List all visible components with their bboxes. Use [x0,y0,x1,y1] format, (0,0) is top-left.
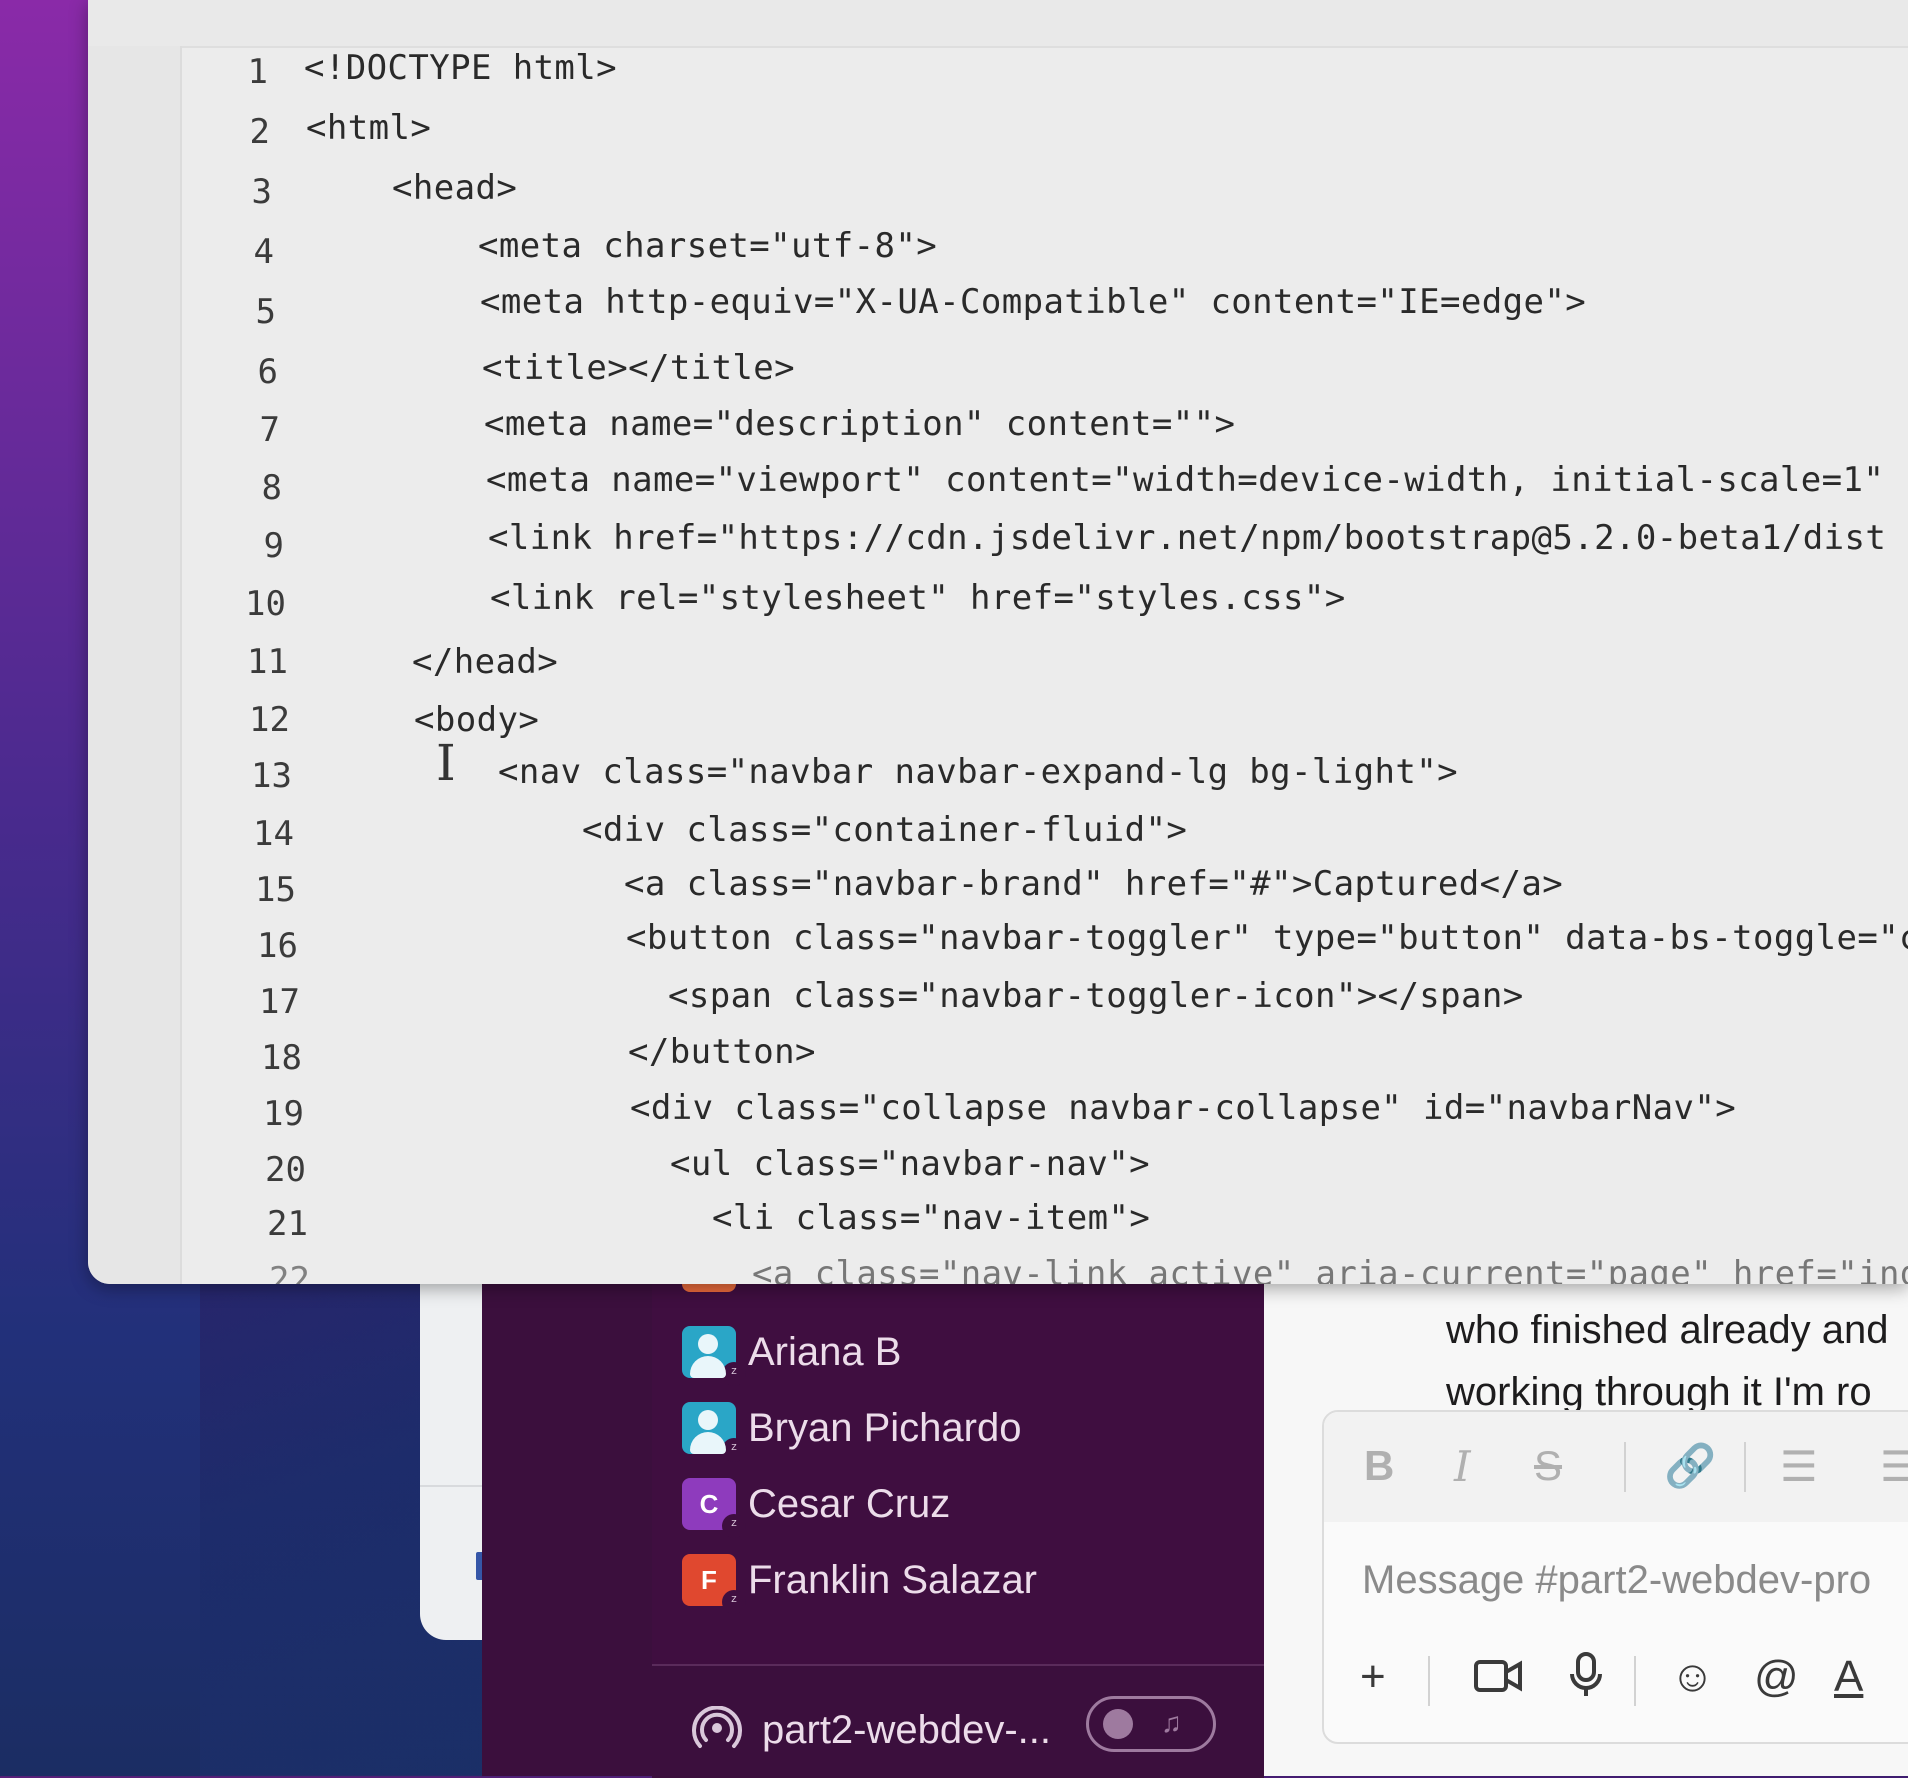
huddle-icon [692,1706,742,1748]
slack-message-pane: who finished already and working through… [1264,1250,1908,1776]
line-number: 9 [263,526,284,566]
away-status-icon: ᶻ [722,1362,746,1386]
code-line[interactable]: <meta charset="utf-8"> [478,226,937,266]
dm-name: Ariana B [748,1329,902,1374]
headphones-icon: ♫ [1161,1707,1182,1738]
avatar-initial: C [699,1488,719,1519]
line-number: 7 [259,410,280,450]
code-line[interactable]: <title></title> [482,348,795,388]
avatar: ᶻ [682,1326,746,1386]
line-number: 18 [261,1038,302,1078]
huddle-channel-name[interactable]: part2-webdev-... [762,1708,1051,1753]
code-line[interactable]: <link rel="stylesheet" href="styles.css"… [490,578,1346,618]
code-line[interactable]: </button> [628,1032,816,1072]
message-input[interactable] [1360,1554,1908,1606]
line-number: 16 [257,926,298,966]
line-number: 3 [251,172,272,212]
code-line[interactable]: <a class="navbar-brand" href="#">Capture… [624,864,1563,904]
dm-name: Bryan Pichardo [748,1405,1022,1450]
line-number: 13 [251,756,292,796]
line-number: 15 [255,870,296,910]
code-line[interactable]: <div class="collapse navbar-collapse" id… [630,1088,1736,1128]
code-line[interactable]: <nav class="navbar navbar-expand-lg bg-l… [498,752,1458,792]
code-line[interactable]: <meta name="viewport" content="width=dev… [486,460,1884,500]
line-number: 19 [263,1094,304,1134]
message-text: who finished already and [1446,1308,1889,1352]
text-format-icon[interactable]: A [1834,1652,1863,1702]
away-status-icon: ᶻ [722,1590,746,1614]
toolbar-divider [1624,1442,1626,1492]
away-status-icon: ᶻ [722,1438,746,1462]
ordered-list-icon[interactable]: ☰ [1780,1442,1818,1491]
editor-title-bar [88,0,1908,48]
line-number: 4 [253,232,274,272]
message-text: working through it I'm ro [1446,1370,1872,1414]
code-line[interactable]: <li class="nav-item"> [712,1198,1150,1238]
toolbar-divider [1428,1656,1430,1706]
code-line[interactable]: <html> [306,108,431,148]
code-line[interactable]: <div class="container-fluid"> [582,810,1187,850]
toolbar-divider [1744,1442,1746,1492]
avatar: Cᶻ [682,1478,746,1538]
huddle-toggle[interactable]: ♫ [1086,1696,1216,1752]
line-number: 12 [249,700,290,740]
mention-icon[interactable]: @ [1754,1652,1799,1702]
code-editor-window: 1 <!DOCTYPE html> 2 <html> 3 <head> 4 <m… [88,0,1908,1284]
line-number: 21 [267,1204,308,1244]
dm-item-ariana-b[interactable]: ᶻ Ariana B [682,1322,902,1386]
add-attachment-icon[interactable]: + [1360,1652,1386,1702]
bold-button[interactable]: B [1364,1442,1394,1490]
avatar: ᶻ [682,1402,746,1462]
strikethrough-button[interactable]: S [1534,1442,1562,1490]
line-number: 8 [261,468,282,508]
emoji-icon[interactable]: ☺ [1670,1652,1715,1702]
line-number: 14 [253,814,294,854]
dm-item-cesar-cruz[interactable]: Cᶻ Cesar Cruz [682,1474,951,1538]
code-line[interactable]: <span class="navbar-toggler-icon"></span… [668,976,1524,1016]
bulleted-list-icon[interactable]: ☰ [1880,1442,1908,1491]
code-line[interactable]: <link href="https://cdn.jsdelivr.net/npm… [488,518,1886,558]
italic-button[interactable]: I [1454,1442,1471,1491]
line-number: 6 [257,352,278,392]
message-composer: B I S 🔗 ☰ ☰ + ☺ @ A [1322,1410,1908,1744]
avatar-initial: F [701,1564,717,1595]
line-number: 2 [249,112,270,152]
line-number: 17 [259,982,300,1022]
link-icon[interactable]: 🔗 [1664,1442,1716,1491]
huddle-bar: part2-webdev-... ♫ [652,1664,1264,1778]
code-line[interactable]: <ul class="navbar-nav"> [670,1144,1150,1184]
code-line[interactable]: <!DOCTYPE html> [304,48,617,88]
formatting-toolbar: B I S 🔗 ☰ ☰ [1324,1412,1908,1522]
dm-item-franklin-salazar[interactable]: Fᶻ Franklin Salazar [682,1550,1038,1614]
dm-item-bryan-pichardo[interactable]: ᶻ Bryan Pichardo [682,1398,1022,1462]
code-line[interactable]: </head> [412,642,558,682]
code-line[interactable]: <button class="navbar-toggler" type="but… [626,918,1908,958]
line-number: 10 [245,584,286,624]
line-number: 5 [255,292,276,332]
dm-name: Franklin Salazar [748,1557,1038,1602]
dm-name: Cesar Cruz [748,1481,951,1526]
code-line[interactable]: <body> [414,700,539,740]
code-line[interactable]: <head> [392,168,517,208]
away-status-icon: ᶻ [722,1514,746,1538]
avatar: Fᶻ [682,1554,746,1614]
code-line[interactable]: <a class="nav-link active" aria-current=… [752,1254,1908,1284]
microphone-icon[interactable] [1568,1652,1604,1698]
text-cursor-icon: I [436,734,456,792]
line-number: 20 [265,1150,306,1190]
code-line[interactable]: <meta http-equiv="X-UA-Compatible" conte… [480,282,1586,322]
toggle-knob [1103,1709,1133,1739]
line-number: 11 [247,642,288,682]
toolbar-divider [1634,1656,1636,1706]
line-number: 22 [269,1260,310,1284]
video-icon[interactable] [1474,1658,1522,1694]
code-line[interactable]: <meta name="description" content=""> [484,404,1235,444]
line-number: 1 [247,52,268,92]
